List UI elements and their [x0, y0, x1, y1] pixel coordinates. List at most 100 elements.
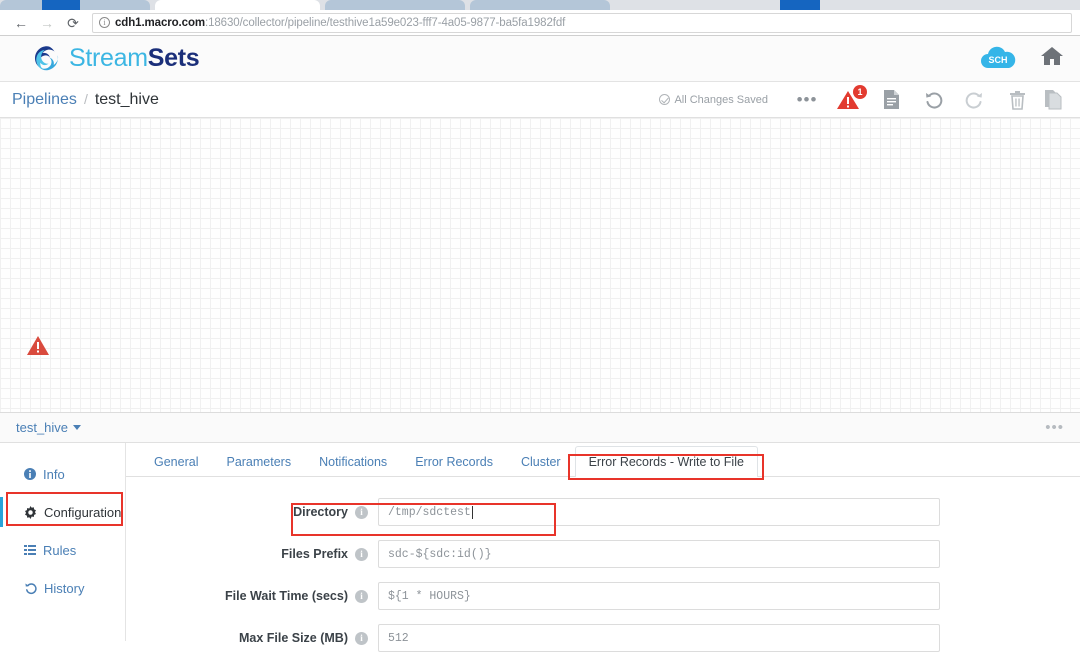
browser-tab-accent — [780, 0, 820, 10]
cloud-badge-label: SCH — [988, 55, 1008, 65]
check-circle-icon — [659, 94, 671, 105]
file-wait-time-input[interactable]: ${1 * HOURS} — [378, 582, 940, 610]
field-label-file-wait-time: File Wait Time (secs) i — [138, 589, 378, 603]
detail-sidebar: Info Configuration Rules History — [0, 443, 126, 641]
browser-toolbar: ← → ⟳ i cdh1.macro.com:18630/collector/p… — [0, 10, 1080, 36]
home-icon[interactable] — [1040, 45, 1064, 72]
browser-tab-accent — [42, 0, 80, 10]
directory-input[interactable]: /tmp/sdctest — [378, 498, 940, 526]
url-path: :18630/collector/pipeline/testhive1a59e0… — [205, 16, 566, 29]
field-label-files-prefix: Files Prefix i — [138, 547, 378, 561]
redo-button — [954, 85, 996, 115]
field-label-directory: Directory i — [138, 505, 378, 519]
tab-error-records-write-to-file[interactable]: Error Records - Write to File — [574, 446, 758, 477]
form-row-max-file-size: Max File Size (MB) i 512 — [126, 617, 1080, 659]
info-icon[interactable]: i — [355, 631, 368, 645]
redo-icon — [965, 92, 982, 108]
duplicate-button[interactable] — [1038, 85, 1068, 115]
form-row-files-prefix: Files Prefix i sdc-${sdc:id()} — [126, 533, 1080, 575]
address-bar[interactable]: i cdh1.macro.com:18630/collector/pipelin… — [92, 12, 1072, 33]
gear-icon — [24, 505, 37, 519]
form-row-directory: Directory i /tmp/sdctest — [126, 491, 1080, 533]
brand-text-second: Sets — [147, 44, 200, 72]
pipeline-actions: All Changes Saved ••• 1 — [659, 84, 1068, 115]
warning-badge-count: 1 — [853, 84, 867, 99]
tab-notifications[interactable]: Notifications — [305, 446, 401, 476]
info-icon[interactable]: i — [355, 547, 368, 561]
forward-icon: → — [40, 14, 54, 31]
files-prefix-input[interactable]: sdc-${sdc:id()} — [378, 540, 940, 568]
label-text: Files Prefix — [281, 547, 348, 561]
tab-cluster[interactable]: Cluster — [507, 446, 575, 476]
config-tab-strip: General Parameters Notifications Error R… — [126, 443, 1080, 477]
sidebar-item-configuration[interactable]: Configuration — [0, 493, 125, 531]
chevron-down-icon — [73, 425, 82, 430]
field-label-max-file-size: Max File Size (MB) i — [138, 631, 378, 645]
info-icon[interactable]: i — [355, 589, 368, 603]
history-icon — [24, 582, 37, 595]
browser-tab[interactable] — [470, 0, 610, 10]
sidebar-item-history[interactable]: History — [0, 569, 125, 607]
streamsets-logo[interactable]: StreamSets — [32, 44, 200, 74]
info-icon[interactable]: i — [355, 505, 368, 519]
more-actions-button[interactable]: ••• — [786, 85, 828, 115]
config-form: Directory i /tmp/sdctest Files Prefix i … — [126, 477, 1080, 659]
document-icon — [883, 90, 899, 109]
tab-error-records[interactable]: Error Records — [401, 446, 507, 476]
max-file-size-input-value: 512 — [388, 631, 409, 645]
max-file-size-input[interactable]: 512 — [378, 624, 940, 652]
brand-text-first: Stream — [69, 44, 148, 72]
delete-button[interactable] — [996, 85, 1038, 115]
breadcrumb-separator: / — [83, 90, 88, 107]
form-row-file-wait-time: File Wait Time (secs) i ${1 * HOURS} — [126, 575, 1080, 617]
header-right-actions: SCH — [978, 45, 1068, 72]
text-cursor — [471, 505, 473, 519]
info-circle-icon — [24, 468, 36, 480]
site-info-icon[interactable]: i — [99, 17, 110, 28]
warning-triangle-icon: 1 — [836, 84, 867, 112]
sidebar-item-info[interactable]: Info — [0, 455, 125, 493]
sidebar-item-label: Rules — [43, 542, 77, 558]
undo-button[interactable] — [912, 85, 954, 115]
warning-triangle-glyph-icon — [27, 336, 49, 355]
browser-tab[interactable] — [325, 0, 465, 10]
trash-icon — [1009, 90, 1025, 110]
undo-icon — [926, 92, 943, 108]
validation-warnings-button[interactable]: 1 — [828, 84, 870, 115]
label-text: Max File Size (MB) — [238, 631, 348, 645]
save-status-label: All Changes Saved — [674, 93, 768, 106]
files-prefix-input-value: sdc-${sdc:id()} — [388, 547, 492, 561]
tab-general[interactable]: General — [140, 446, 212, 476]
tab-parameters[interactable]: Parameters — [212, 446, 305, 476]
preview-document-button[interactable] — [870, 85, 912, 115]
back-icon[interactable]: ← — [8, 12, 34, 34]
sidebar-item-rules[interactable]: Rules — [0, 531, 125, 569]
canvas-warning-icon[interactable] — [26, 334, 50, 361]
cloud-sch-icon[interactable]: SCH — [978, 46, 1018, 72]
detail-panel-header: test_hive ••• — [0, 413, 1080, 443]
reload-icon[interactable]: ⟳ — [60, 12, 86, 34]
pipeline-toolbar: Pipelines / test_hive All Changes Saved … — [0, 82, 1080, 118]
breadcrumb: Pipelines / test_hive — [12, 91, 159, 109]
detail-panel-body: Info Configuration Rules History General… — [0, 443, 1080, 652]
list-icon — [24, 544, 36, 556]
config-tab-area: General Parameters Notifications Error R… — [126, 443, 1080, 652]
url-host: cdh1.macro.com — [115, 16, 205, 29]
sidebar-item-label: Configuration — [44, 504, 122, 520]
detail-panel-more-button[interactable]: ••• — [1045, 419, 1064, 436]
detail-panel-selector[interactable]: test_hive — [16, 420, 82, 435]
label-text: File Wait Time (secs) — [225, 589, 348, 603]
breadcrumb-current-pipeline: test_hive — [94, 90, 159, 108]
app-header: StreamSets SCH — [0, 36, 1080, 82]
save-status: All Changes Saved — [659, 94, 768, 106]
detail-panel-title: test_hive — [16, 420, 69, 435]
label-text: Directory — [293, 505, 348, 519]
pipeline-canvas[interactable] — [0, 118, 1080, 413]
sidebar-item-label: History — [44, 580, 85, 596]
home-glyph-icon — [1041, 47, 1063, 65]
copy-icon — [1045, 90, 1062, 110]
browser-tab-active[interactable] — [155, 0, 320, 10]
breadcrumb-pipelines-link[interactable]: Pipelines — [12, 91, 77, 109]
sidebar-item-label: Info — [43, 466, 65, 482]
file-wait-time-input-value: ${1 * HOURS} — [388, 589, 471, 603]
